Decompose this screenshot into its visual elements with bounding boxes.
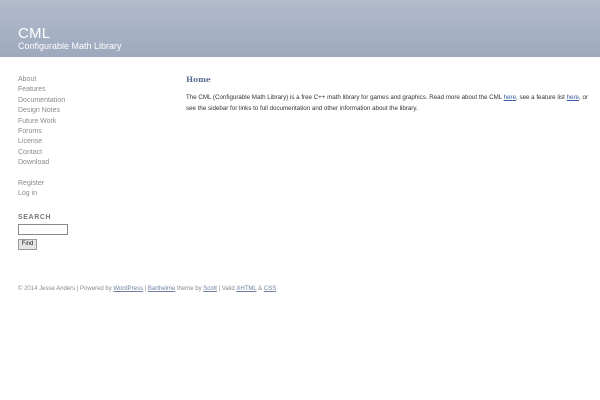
- intro-text-1: The CML (Configurable Math Library) is a…: [186, 94, 504, 101]
- nav-link-documentation[interactable]: Documentation: [18, 97, 65, 104]
- intro-text-2: , see a feature list: [516, 94, 567, 101]
- sidebar: About Features Documentation Design Note…: [18, 75, 158, 251]
- sidebar-item-future-work: Future Work: [18, 117, 158, 127]
- sidebar-item-about: About: [18, 75, 158, 85]
- nav-link-license[interactable]: License: [18, 138, 42, 145]
- login-link[interactable]: Log in: [18, 190, 37, 197]
- nav-link-contact[interactable]: Contact: [18, 149, 42, 156]
- sidebar-item-license: License: [18, 137, 158, 147]
- page-title[interactable]: Home: [186, 75, 590, 84]
- css-link[interactable]: CSS: [264, 286, 276, 292]
- nav-link-features[interactable]: Features: [18, 86, 46, 93]
- about-here-link[interactable]: here: [504, 94, 516, 101]
- footer-copyright: © 2014 Jesse Anders | Powered by: [18, 286, 114, 292]
- footer-amp: &: [256, 286, 264, 292]
- footer-valid: | Valid: [216, 286, 237, 292]
- find-button[interactable]: Find: [18, 239, 37, 251]
- sidebar-item-register: Register: [18, 179, 158, 189]
- sidebar-item-forums: Forums: [18, 127, 158, 137]
- nav-link-future-work[interactable]: Future Work: [18, 118, 56, 125]
- features-here-link[interactable]: here: [567, 94, 579, 101]
- nav-link-about[interactable]: About: [18, 76, 36, 83]
- main-content: Home The CML (Configurable Math Library)…: [186, 75, 590, 114]
- sidebar-meta: Register Log in: [18, 179, 158, 200]
- sidebar-item-contact: Contact: [18, 148, 158, 158]
- site-footer: © 2014 Jesse Anders | Powered by WordPre…: [18, 286, 276, 292]
- register-link[interactable]: Register: [18, 180, 44, 187]
- author-link[interactable]: Scott: [203, 286, 217, 292]
- sidebar-item-documentation: Documentation: [18, 96, 158, 106]
- site-title[interactable]: CML: [18, 25, 50, 42]
- nav-link-design-notes[interactable]: Design Notes: [18, 107, 60, 114]
- nav-link-download[interactable]: Download: [18, 159, 49, 166]
- search-heading: SEARCH: [18, 214, 52, 222]
- nav-link-forums[interactable]: Forums: [18, 128, 42, 135]
- site-header: CML Configurable Math Library: [0, 0, 600, 57]
- footer-theme-by: theme by: [175, 286, 204, 292]
- site-description: Configurable Math Library: [18, 41, 122, 51]
- sidebar-item-login: Log in: [18, 189, 158, 199]
- sidebar-nav: About Features Documentation Design Note…: [18, 75, 158, 169]
- search-input[interactable]: [18, 224, 68, 236]
- sidebar-item-download: Download: [18, 158, 158, 168]
- intro-paragraph: The CML (Configurable Math Library) is a…: [186, 93, 590, 114]
- sidebar-item-design-notes: Design Notes: [18, 106, 158, 116]
- sidebar-item-features: Features: [18, 85, 158, 95]
- wordpress-link[interactable]: WordPress: [113, 286, 143, 292]
- theme-link[interactable]: Barthelme: [148, 286, 175, 292]
- xhtml-link[interactable]: XHTML: [236, 286, 256, 292]
